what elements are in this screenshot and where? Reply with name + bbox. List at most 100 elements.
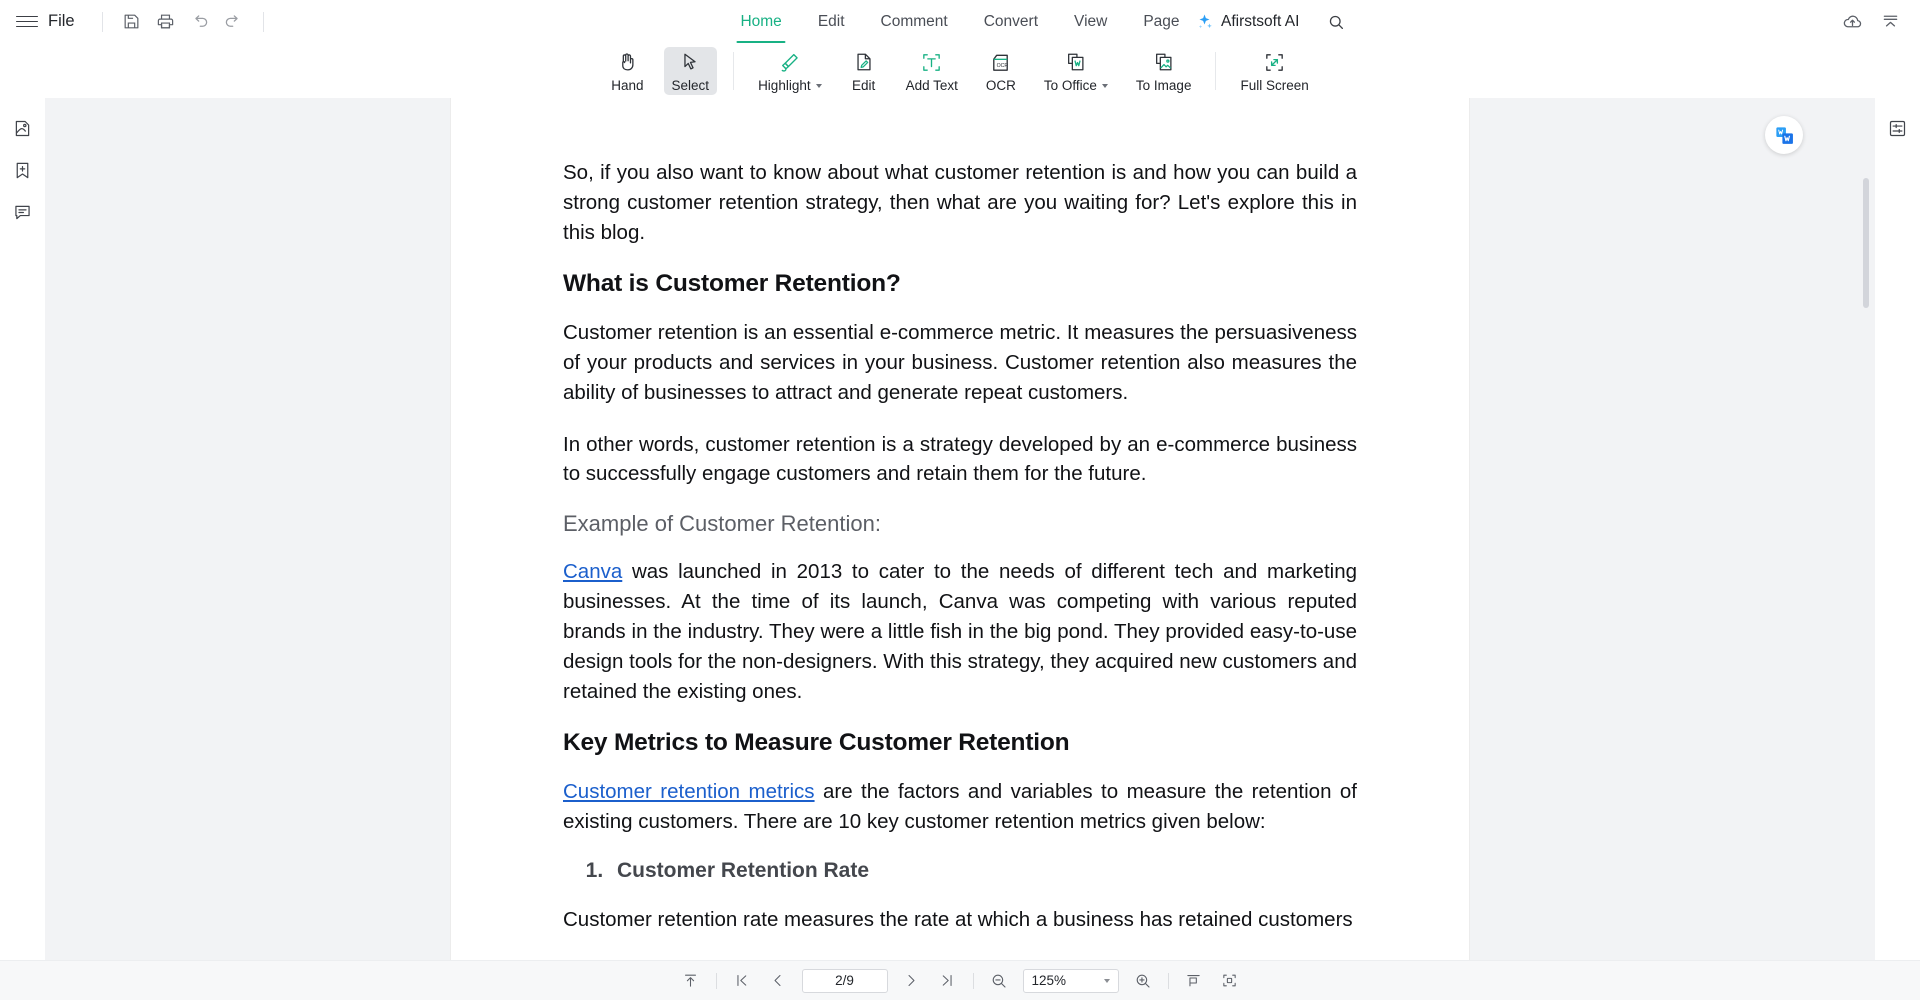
convert-to-word-badge[interactable] <box>1765 116 1803 154</box>
tool-label: Select <box>671 77 710 93</box>
tab-home[interactable]: Home <box>722 0 799 43</box>
tool-add-text[interactable]: Add Text <box>898 47 966 95</box>
divider <box>972 972 974 989</box>
file-menu-button[interactable]: File <box>48 12 75 31</box>
cloud-upload-button[interactable] <box>1836 6 1868 38</box>
afirstsoft-ai-button[interactable]: Afirstsoft AI <box>1195 12 1299 31</box>
highlighter-pen-icon <box>778 50 801 75</box>
fit-width-icon <box>1187 975 1200 987</box>
paragraph-with-link: Customer retention metrics are the facto… <box>563 777 1357 837</box>
last-page-button[interactable] <box>934 968 962 994</box>
canva-link[interactable]: Canva <box>563 560 622 583</box>
edit-document-icon <box>853 50 875 75</box>
tool-hand[interactable]: Hand <box>603 47 651 95</box>
tab-view[interactable]: View <box>1056 0 1125 43</box>
zoom-out-button[interactable] <box>985 968 1013 994</box>
pdf-page: So, if you also want to know about what … <box>451 98 1469 960</box>
customer-retention-metrics-link[interactable]: Customer retention metrics <box>563 780 815 803</box>
bookmarks-panel-button[interactable] <box>7 154 39 186</box>
zoom-level-select[interactable]: 125% <box>1022 968 1119 993</box>
tab-page[interactable]: Page <box>1125 0 1197 43</box>
undo-button[interactable] <box>184 6 216 38</box>
paragraph: Customer retention is an essential e-com… <box>563 320 1357 404</box>
menu-right-group <box>1836 6 1906 38</box>
tab-convert[interactable]: Convert <box>966 0 1056 43</box>
properties-panel-button[interactable] <box>1882 112 1914 144</box>
zoom-in-icon <box>1136 974 1150 988</box>
to-word-icon <box>1065 50 1087 75</box>
tab-edit[interactable]: Edit <box>800 0 863 43</box>
document-viewer[interactable]: So, if you also want to know about what … <box>45 98 1875 960</box>
chevron-down-icon[interactable] <box>815 83 822 88</box>
section-heading: Key Metrics to Measure Customer Retentio… <box>563 728 1070 756</box>
cursor-select-icon <box>679 50 701 75</box>
print-button[interactable] <box>150 6 182 38</box>
to-image-icon <box>1153 50 1175 75</box>
tool-highlight[interactable]: Highlight <box>750 47 830 95</box>
redo-button[interactable] <box>218 6 250 38</box>
thumbnails-panel-button[interactable] <box>7 112 39 144</box>
sub-heading: Example of Customer Retention: <box>563 511 881 537</box>
tool-full-screen[interactable]: Full Screen <box>1232 47 1316 95</box>
paragraph: Customer retention rate measures the rat… <box>563 907 1353 931</box>
full-screen-icon <box>1263 50 1286 75</box>
hamburger-menu-icon[interactable] <box>16 11 38 33</box>
zoom-in-button[interactable] <box>1129 968 1157 994</box>
scrollbar-thumb[interactable] <box>1863 178 1869 308</box>
ribbon-tabs: Home Edit Comment Convert View Page <box>722 0 1197 43</box>
save-button[interactable] <box>116 6 148 38</box>
left-sidebar <box>0 98 45 960</box>
tool-label-text: Highlight <box>758 77 811 93</box>
page-thumbnail-icon <box>15 120 30 136</box>
tool-to-office[interactable]: To Office <box>1036 47 1116 95</box>
tool-ocr[interactable]: OCR OCR <box>978 47 1024 95</box>
first-page-button[interactable] <box>728 968 756 994</box>
page-number-input[interactable]: 2/9 <box>801 968 888 993</box>
fit-width-button[interactable] <box>1180 968 1208 994</box>
viewer-scrollbar[interactable] <box>1863 98 1869 960</box>
fit-page-icon <box>1223 974 1236 987</box>
collapse-up-icon <box>1883 15 1897 27</box>
first-page-icon <box>737 975 747 986</box>
collapse-ribbon-button[interactable] <box>1874 6 1906 38</box>
scroll-to-top-button[interactable] <box>677 968 705 994</box>
document-content: So, if you also want to know about what … <box>563 158 1357 935</box>
bookmark-plus-icon <box>16 162 29 178</box>
tool-label-text: To Office <box>1043 77 1097 93</box>
comments-panel-button[interactable] <box>7 196 39 228</box>
sparkle-ai-icon <box>1198 14 1212 29</box>
chevron-down-icon[interactable] <box>1103 978 1110 983</box>
tool-label: OCR <box>985 77 1016 93</box>
comment-icon <box>15 205 30 219</box>
tool-label: Add Text <box>905 77 958 93</box>
search-button[interactable] <box>1320 6 1352 38</box>
hand-icon <box>616 50 638 75</box>
fit-page-button[interactable] <box>1216 968 1244 994</box>
paragraph: In other words, customer retention is a … <box>563 432 1357 486</box>
divider <box>1167 972 1169 989</box>
sliders-settings-icon <box>1889 120 1906 136</box>
chevron-down-icon[interactable] <box>1101 83 1108 88</box>
tool-to-image[interactable]: To Image <box>1128 47 1200 95</box>
tab-comment[interactable]: Comment <box>863 0 966 43</box>
ocr-icon: OCR <box>989 50 1012 75</box>
divider <box>262 11 264 32</box>
paragraph-with-link: Canva was launched in 2013 to cater to t… <box>563 557 1357 707</box>
zoom-level-value: 125% <box>1031 973 1067 988</box>
divider <box>733 51 735 90</box>
divider <box>715 972 717 989</box>
main-area: So, if you also want to know about what … <box>0 98 1920 960</box>
divider <box>101 11 103 32</box>
cloud-upload-icon <box>1843 15 1861 28</box>
add-text-icon <box>920 50 943 75</box>
tool-label: Highlight <box>758 78 822 93</box>
next-page-icon <box>908 975 915 986</box>
metrics-list: Customer Retention Rate <box>609 859 1357 883</box>
ribbon-toolbar: Hand Select Highlight Edit Add Text OCR … <box>0 43 1920 98</box>
previous-page-button[interactable] <box>764 968 792 994</box>
tool-edit[interactable]: Edit <box>842 47 886 95</box>
menu-left-group: File <box>0 6 275 38</box>
tool-select[interactable]: Select <box>663 46 718 95</box>
next-page-button[interactable] <box>898 968 926 994</box>
previous-page-icon <box>774 975 781 986</box>
